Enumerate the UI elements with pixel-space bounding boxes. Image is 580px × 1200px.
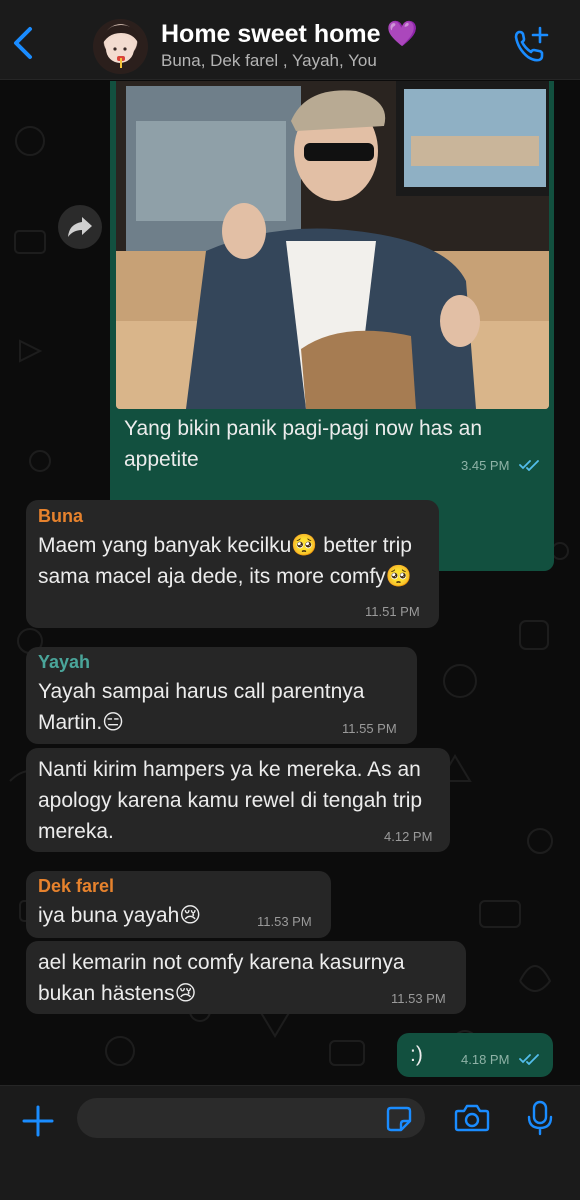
- shared-photo[interactable]: [116, 81, 549, 409]
- purple-heart-emoji: 💜: [386, 20, 418, 48]
- message-time: 11.51 PM: [365, 604, 420, 619]
- read-receipt-icon: [519, 460, 539, 471]
- chevron-left-icon[interactable]: [10, 26, 38, 60]
- read-receipt-icon: [519, 1054, 539, 1065]
- forward-arrow-icon: [68, 217, 92, 237]
- phone-add-icon[interactable]: [510, 24, 552, 66]
- message-text: :): [410, 1043, 423, 1066]
- sticker-icon[interactable]: [385, 1105, 413, 1133]
- camera-icon[interactable]: [454, 1103, 490, 1133]
- chat-header: Home sweet home 💜 Buna, Dek farel , Yayah…: [0, 0, 580, 80]
- message-time: 11.53 PM: [257, 914, 312, 929]
- message-time: 4.18 PM: [461, 1052, 510, 1067]
- chat-title[interactable]: Home sweet home 💜: [161, 20, 418, 49]
- message-input[interactable]: [77, 1098, 425, 1138]
- group-avatar[interactable]: [93, 19, 148, 74]
- message-text: Maem yang banyak kecilku🥺 better trip sa…: [38, 534, 412, 588]
- message-composer: [0, 1085, 580, 1200]
- sender-name: Dek farel: [38, 876, 115, 896]
- message-text: iya buna yayah😢: [38, 904, 202, 927]
- chat-members[interactable]: Buna, Dek farel , Yayah, You: [161, 51, 377, 71]
- plus-icon[interactable]: [21, 1104, 55, 1138]
- microphone-icon[interactable]: [527, 1100, 553, 1136]
- sender-name: Buna: [38, 506, 83, 526]
- forward-button[interactable]: [58, 205, 102, 249]
- message-text: Nanti kirim hampers ya ke mereka. As an …: [38, 758, 423, 843]
- message-time: 11.55 PM: [342, 721, 397, 736]
- message-time: 4.12 PM: [384, 829, 433, 844]
- message-time: 3.45 PM: [461, 458, 510, 473]
- chat-area[interactable]: Yang bikin panik pagi-pagi now has an ap…: [0, 81, 580, 1085]
- chat-title-text: Home sweet home: [161, 20, 381, 48]
- message-time: 11.53 PM: [391, 991, 446, 1006]
- sender-name: Yayah: [38, 652, 91, 672]
